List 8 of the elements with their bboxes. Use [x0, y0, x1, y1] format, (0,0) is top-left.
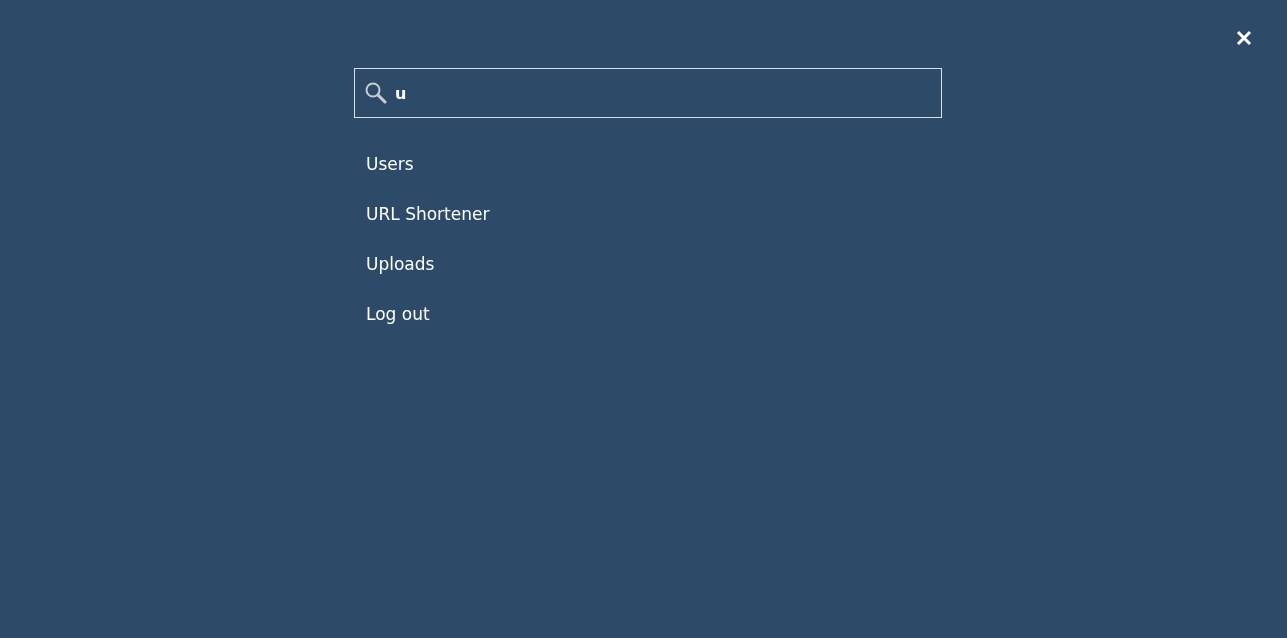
- search-icon: [364, 81, 388, 105]
- result-link[interactable]: URL Shortener: [354, 189, 942, 239]
- close-button[interactable]: [1236, 30, 1252, 46]
- search-field[interactable]: u: [354, 68, 942, 118]
- close-icon: [1236, 30, 1252, 46]
- result-link[interactable]: Users: [354, 139, 942, 189]
- result-link[interactable]: Log out: [354, 289, 942, 339]
- result-link[interactable]: Uploads: [354, 239, 942, 289]
